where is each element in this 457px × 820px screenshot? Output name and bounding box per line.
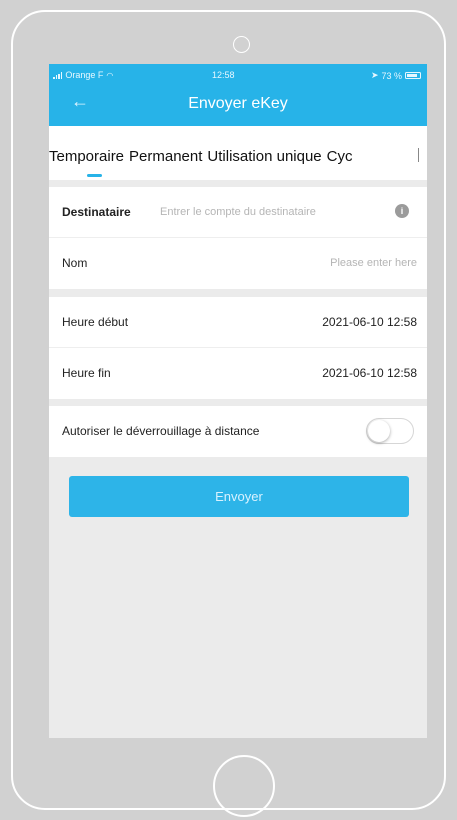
start-time-value[interactable]: 2021-06-10 12:58 — [322, 315, 417, 329]
name-row: Nom — [49, 238, 427, 289]
tab-cyclique[interactable]: Cyc — [327, 148, 353, 165]
recipient-label: Destinataire — [62, 205, 131, 219]
name-input[interactable] — [217, 253, 417, 273]
page-title: Envoyer eKey — [188, 95, 288, 112]
location-icon: ➤ — [370, 70, 379, 80]
name-label: Nom — [62, 256, 88, 270]
tabs-overflow-fade — [413, 144, 427, 170]
tab-row: Temporaire Permanent Utilisation unique … — [49, 148, 353, 165]
tab-bar: Temporaire Permanent Utilisation unique … — [49, 126, 427, 180]
app-screen: Orange F ◠ 12:58 ➤ 73 % ← Envoyer eKey T… — [49, 64, 427, 738]
home-button[interactable] — [213, 755, 275, 817]
status-left: Orange F ◠ — [53, 70, 113, 80]
toggle-knob — [368, 420, 390, 442]
status-right: ➤ 73 % — [371, 70, 421, 81]
end-time-label: Heure fin — [62, 366, 111, 380]
remote-unlock-label: Autoriser le déverrouillage à distance — [62, 424, 260, 438]
recipient-row: Destinataire i — [49, 187, 427, 238]
battery-percent: 73 % — [381, 70, 402, 81]
status-time: 12:58 — [212, 70, 235, 80]
time-section: Heure début 2021-06-10 12:58 Heure fin 2… — [49, 297, 427, 399]
remote-unlock-row: Autoriser le déverrouillage à distance — [49, 406, 427, 457]
status-bar: Orange F ◠ 12:58 ➤ 73 % — [49, 64, 427, 86]
end-time-row[interactable]: Heure fin 2021-06-10 12:58 — [49, 348, 427, 399]
tab-temporaire[interactable]: Temporaire — [49, 148, 124, 165]
info-icon[interactable]: i — [395, 204, 409, 218]
battery-icon — [405, 72, 421, 79]
tab-permanent[interactable]: Permanent — [129, 148, 202, 165]
remote-unlock-section: Autoriser le déverrouillage à distance — [49, 406, 427, 457]
remote-unlock-toggle[interactable] — [366, 418, 414, 444]
start-time-row[interactable]: Heure début 2021-06-10 12:58 — [49, 297, 427, 348]
wifi-icon: ◠ — [106, 70, 114, 80]
tab-utilisation-unique[interactable]: Utilisation unique — [207, 148, 321, 165]
start-time-label: Heure début — [62, 315, 129, 329]
send-button[interactable]: Envoyer — [69, 476, 409, 517]
active-tab-indicator — [87, 174, 102, 177]
tabs-scroll-indicator — [418, 148, 419, 162]
carrier-label: Orange F — [65, 70, 104, 80]
camera-icon — [233, 36, 250, 53]
end-time-value[interactable]: 2021-06-10 12:58 — [322, 366, 417, 380]
app-header: Orange F ◠ 12:58 ➤ 73 % ← Envoyer eKey — [49, 64, 427, 126]
signal-icon — [53, 71, 63, 79]
recipient-section: Destinataire i Nom — [49, 187, 427, 289]
recipient-input[interactable] — [160, 202, 385, 222]
